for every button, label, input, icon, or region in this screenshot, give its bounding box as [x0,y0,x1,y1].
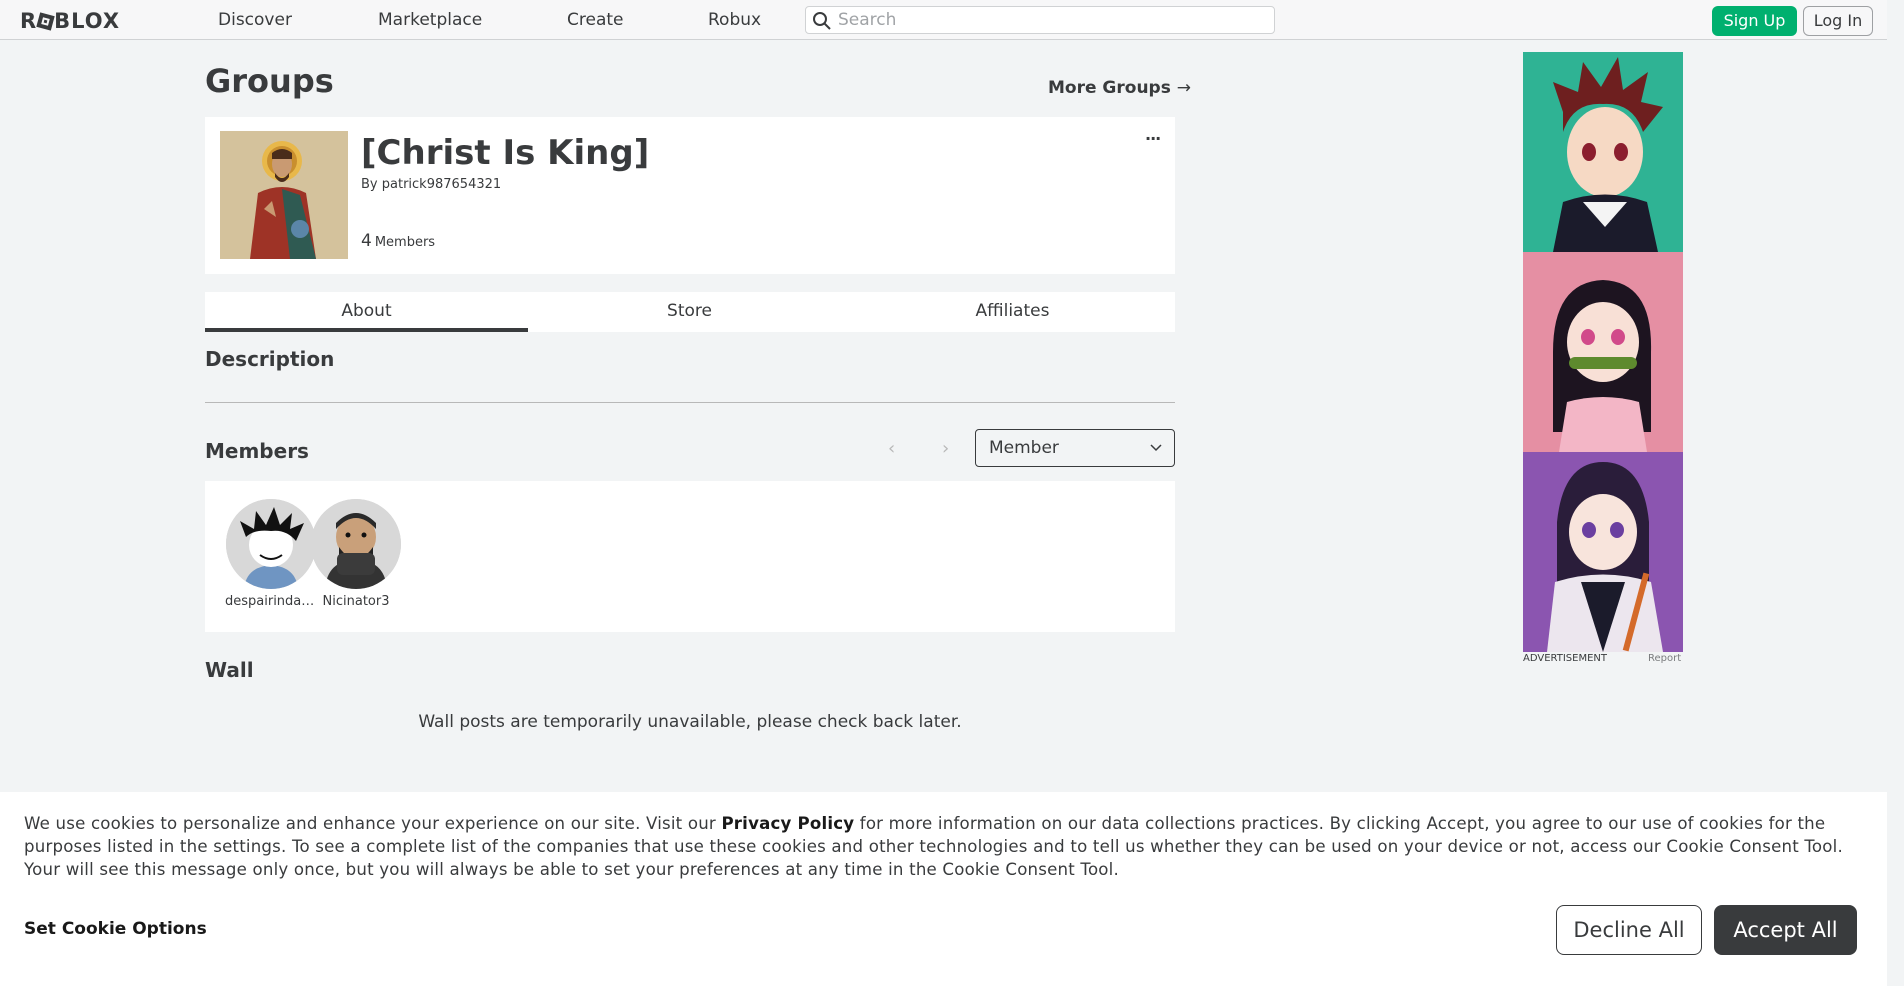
more-groups-label: More Groups [1048,78,1171,98]
member-card[interactable]: despairindar... [225,499,317,609]
member-count-label: Members [374,235,436,250]
avatar [226,499,316,589]
advertisement-label: ADVERTISEMENT [1523,653,1608,664]
advertisement-banner[interactable] [1523,52,1683,652]
member-count-value: 4 [361,231,372,251]
search-box[interactable] [805,6,1275,34]
chevron-right-icon[interactable]: › [942,438,949,459]
tab-about[interactable]: About [205,292,528,332]
group-emblem-image [220,131,348,259]
privacy-policy-link[interactable]: Privacy Policy [721,814,854,833]
accept-all-button[interactable]: Accept All [1714,905,1857,955]
set-cookie-options-link[interactable]: Set Cookie Options [24,919,207,939]
arrow-right-icon: → [1176,78,1192,98]
members-heading: Members [205,439,309,463]
owner-link[interactable]: patrick987654321 [382,177,501,192]
roblox-logo[interactable]: R BLOX [20,9,120,33]
nav-marketplace[interactable]: Marketplace [378,10,482,30]
tab-store[interactable]: Store [528,292,851,332]
group-name: [Christ Is King] [361,133,650,173]
member-name: Nicinator3 [322,594,390,609]
nav-discover[interactable]: Discover [218,10,292,30]
more-groups-link[interactable]: More Groups → [1048,78,1191,98]
member-name: despairindar... [225,594,317,609]
divider [205,402,1175,403]
ellipsis-icon[interactable]: ··· [1145,129,1161,148]
member-count: 4 Members [361,231,435,251]
by-label: By [361,177,378,192]
log-in-button[interactable]: Log In [1803,6,1873,36]
top-navigation-bar: R BLOX Discover Marketplace Create Robux … [0,0,1887,40]
wall-unavailable-message: Wall posts are temporarily unavailable, … [418,712,962,732]
wall-heading: Wall [205,658,254,682]
chevron-down-icon [1150,444,1162,452]
page-title: Groups [205,62,334,100]
decline-all-button[interactable]: Decline All [1556,905,1702,955]
search-icon [813,12,831,30]
cookie-text-before: We use cookies to personalize and enhanc… [24,814,722,833]
nav-create[interactable]: Create [567,10,624,30]
role-dropdown[interactable]: Member [975,429,1175,467]
cookie-message: We use cookies to personalize and enhanc… [24,812,1844,881]
avatar [311,499,401,589]
tab-affiliates[interactable]: Affiliates [851,292,1174,332]
member-card[interactable]: Nicinator3 [310,499,402,609]
nav-robux[interactable]: Robux [708,10,761,30]
group-tabs: About Store Affiliates [205,292,1175,332]
sign-up-button[interactable]: Sign Up [1712,6,1797,36]
cookie-consent-banner: We use cookies to personalize and enhanc… [0,792,1887,986]
chevron-left-icon[interactable]: ‹ [888,438,895,459]
role-dropdown-value: Member [989,438,1059,458]
members-list: despairindar... Nicinator3 [205,481,1175,632]
search-input[interactable] [838,9,1258,31]
ad-report-link[interactable]: Report [1648,653,1681,664]
description-heading: Description [205,347,335,371]
group-header-card: [Christ Is King] By patrick987654321 4 Me… [205,117,1175,274]
group-owner-line: By patrick987654321 [361,177,501,192]
